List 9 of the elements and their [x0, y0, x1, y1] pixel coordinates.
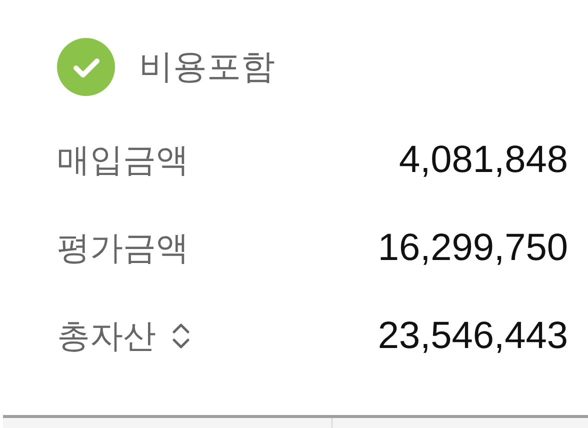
amount-value: 16,299,750	[378, 226, 568, 270]
amount-value: 23,546,443	[378, 314, 568, 358]
sort-icon[interactable]	[172, 321, 190, 351]
row-label: 총자산	[57, 314, 156, 356]
row-label: 매입금액	[57, 138, 189, 180]
amount-value: 4,081,848	[398, 138, 568, 182]
row-label: 평가금액	[57, 226, 189, 268]
checkbox-label: 비용포함	[139, 46, 275, 89]
checkbox[interactable]	[57, 38, 115, 96]
